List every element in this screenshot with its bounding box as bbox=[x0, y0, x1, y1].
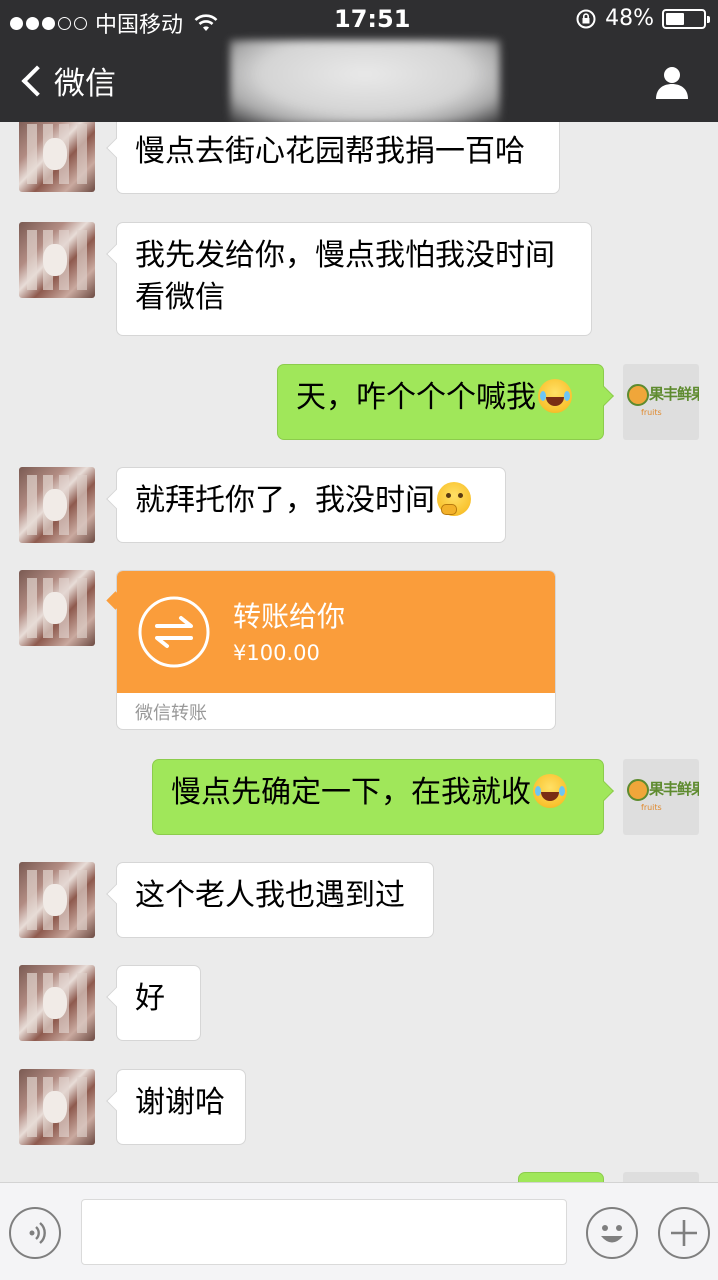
message-input[interactable] bbox=[81, 1199, 567, 1265]
voice-icon bbox=[29, 1222, 46, 1244]
logo-subtext-icon: fruits bbox=[641, 408, 662, 417]
transfer-title: 转账给你 bbox=[233, 600, 346, 633]
avatar[interactable] bbox=[19, 222, 95, 298]
message-text-line: 看微信 bbox=[135, 280, 225, 315]
message-text: 慢点去街心花园帮我捐一百哈 bbox=[135, 134, 525, 169]
transfer-amount: ¥100.00 bbox=[233, 641, 320, 665]
message-text: 这个老人我也遇到过 bbox=[135, 878, 405, 913]
message-bubble[interactable]: 慢点先确定一下，在我就收 bbox=[152, 759, 604, 835]
tears-of-joy-icon bbox=[533, 774, 567, 808]
message-text: 慢点先确定一下，在我就收 bbox=[171, 775, 531, 810]
back-label: 微信 bbox=[54, 66, 116, 102]
message-bubble[interactable]: 这个老人我也遇到过 bbox=[116, 862, 434, 938]
rotation-lock-icon bbox=[576, 9, 596, 28]
transfer-footer: 微信转账 bbox=[135, 703, 207, 724]
logo-fruit-icon bbox=[627, 384, 649, 406]
status-right: 48% bbox=[575, 6, 710, 31]
message-text-line: 我先发给你，慢点我怕我没时间 bbox=[135, 238, 555, 273]
message-text: 就拜托你了，我没时间 bbox=[135, 483, 435, 518]
avatar[interactable] bbox=[19, 122, 95, 192]
transfer-card-header: 转账给你 ¥100.00 bbox=[117, 571, 555, 693]
message-text: 好 bbox=[135, 981, 165, 1016]
message-bubble[interactable]: 我先发给你，慢点我怕我没时间 看微信 bbox=[116, 222, 592, 336]
avatar[interactable]: 果丰鲜果 fruits bbox=[623, 759, 699, 835]
emoji-icon bbox=[601, 1225, 623, 1243]
avatar[interactable] bbox=[19, 862, 95, 938]
chat-area[interactable]: 慢点去街心花园帮我捐一百哈 我先发给你，慢点我怕我没时间 看微信 天，咋个个个喊… bbox=[0, 122, 718, 1182]
logo-icon: 果丰鲜果 bbox=[649, 780, 699, 798]
avatar[interactable] bbox=[19, 1069, 95, 1145]
message-bubble[interactable]: 谢谢哈 bbox=[116, 1069, 246, 1145]
signal-icon bbox=[10, 16, 87, 30]
message-bubble[interactable]: 天，咋个个个喊我 bbox=[277, 364, 604, 440]
wifi-icon bbox=[194, 14, 218, 31]
avatar[interactable]: 果丰鲜果 fruits bbox=[623, 364, 699, 440]
input-bar bbox=[0, 1182, 718, 1280]
person-icon[interactable] bbox=[654, 64, 690, 100]
logo-subtext-icon: fruits bbox=[641, 803, 662, 812]
logo-icon: 果丰鲜果 bbox=[649, 385, 699, 403]
carrier-name: 中国移动 bbox=[95, 13, 184, 38]
voice-button[interactable] bbox=[9, 1207, 61, 1259]
status-time: 17:51 bbox=[334, 5, 411, 33]
more-button[interactable] bbox=[658, 1207, 710, 1259]
battery-icon bbox=[662, 8, 710, 29]
message-bubble[interactable] bbox=[518, 1172, 604, 1182]
transfer-icon bbox=[138, 596, 210, 668]
avatar[interactable] bbox=[19, 570, 95, 646]
message-bubble[interactable]: 慢点去街心花园帮我捐一百哈 bbox=[116, 122, 560, 194]
chevron-left-icon bbox=[21, 64, 53, 97]
message-text: 谢谢哈 bbox=[135, 1085, 225, 1120]
message-bubble[interactable]: 就拜托你了，我没时间 bbox=[116, 467, 506, 543]
blurred-chat-title bbox=[230, 40, 500, 125]
tears-of-joy-icon bbox=[538, 379, 572, 413]
battery-percent: 48% bbox=[605, 6, 654, 31]
avatar[interactable] bbox=[19, 467, 95, 543]
avatar[interactable] bbox=[19, 965, 95, 1041]
logo-fruit-icon bbox=[627, 779, 649, 801]
thinking-face-icon bbox=[437, 482, 471, 516]
status-left: 中国移动 bbox=[10, 7, 219, 39]
message-text: 天，咋个个个喊我 bbox=[296, 380, 536, 415]
status-bar: 中国移动 17:51 48% bbox=[0, 0, 718, 40]
avatar[interactable] bbox=[623, 1172, 699, 1182]
transfer-card[interactable]: 转账给你 ¥100.00 微信转账 bbox=[116, 570, 556, 730]
back-button[interactable]: 微信 bbox=[18, 58, 116, 103]
plus-icon bbox=[671, 1220, 697, 1246]
message-bubble[interactable]: 好 bbox=[116, 965, 201, 1041]
emoji-button[interactable] bbox=[586, 1207, 638, 1259]
nav-bar: 微信 bbox=[0, 40, 718, 125]
